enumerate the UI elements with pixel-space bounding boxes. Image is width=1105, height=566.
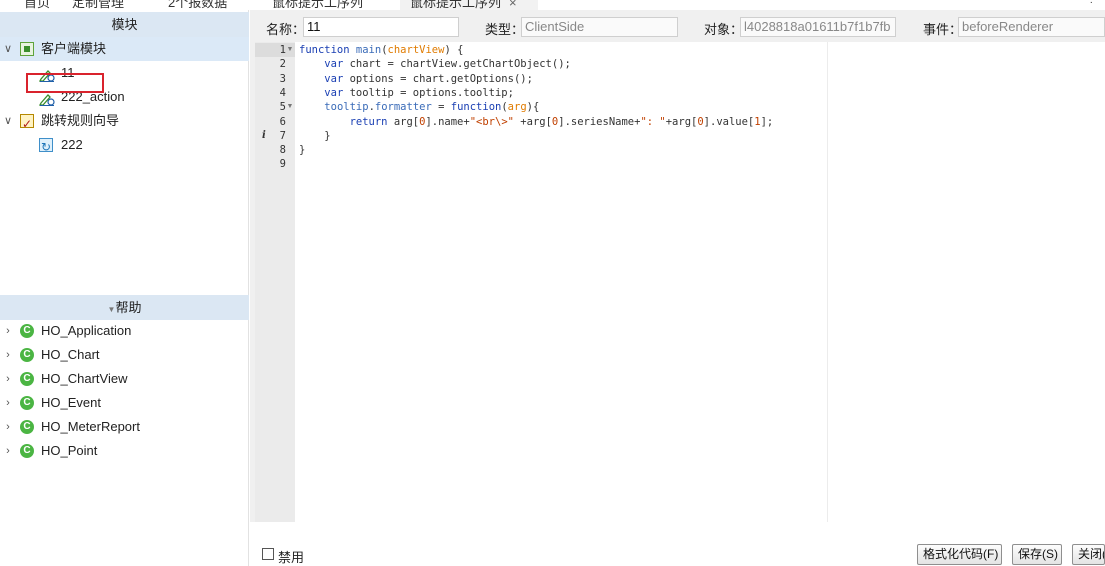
line-number: 1	[279, 44, 286, 56]
script-properties-bar: 名称： 11 类型： ClientSide 对象： l4028818a01611…	[250, 10, 1105, 42]
overflow-dot-icon[interactable]: ·	[1090, 0, 1093, 8]
code-line-5: tooltip.formatter = function(arg){	[324, 101, 540, 114]
help-item-ho-point[interactable]: › C HO_Point	[0, 439, 249, 463]
name-label: 名称：	[266, 22, 306, 37]
type-label: 类型：	[485, 22, 525, 37]
rule-wizard-icon	[20, 112, 34, 136]
redirect-icon	[39, 135, 53, 159]
help-item-label: HO_Chart	[41, 347, 100, 362]
help-item-label: HO_Point	[41, 443, 98, 458]
modules-header: 模块	[0, 12, 249, 37]
chevron-right-icon[interactable]: ›	[3, 391, 13, 415]
app-window: 首页 定制管理 2个报数据 鼠标提示工序列 鼠标提示工序列 × · 模块 ∨ 客户…	[0, 0, 1105, 566]
fold-arrow-icon[interactable]: ▼	[286, 43, 294, 57]
event-field: beforeRenderer	[958, 17, 1105, 37]
disable-checkbox[interactable]	[262, 548, 274, 560]
class-c-icon: C	[20, 324, 34, 338]
event-label: 事件：	[923, 22, 963, 37]
help-item-label: HO_ChartView	[41, 371, 128, 386]
class-c-icon: C	[20, 396, 34, 410]
selection-highlight-box	[26, 73, 104, 93]
tree-item-222[interactable]: 222	[0, 133, 249, 159]
tree-item-label: 222	[61, 137, 83, 152]
code-line-6: return arg[0].name+"<br\>" +arg[0].serie…	[349, 115, 774, 128]
code-line-2: var chart = chartView.getChartObject();	[324, 58, 571, 71]
help-header-label: 帮助	[115, 300, 142, 315]
left-panel: 模块 ∨ 客户端模块 11 222_action ∨ 跳转规则向导 222	[0, 10, 249, 566]
chevron-right-icon[interactable]: ›	[3, 367, 13, 391]
line-number: 4	[279, 86, 286, 99]
help-item-ho-chart[interactable]: › C HO_Chart	[0, 343, 249, 367]
tab-tooltip-sequence[interactable]: 鼠标提示工序列	[272, 0, 363, 10]
tree-item-rule-wizard[interactable]: ∨ 跳转规则向导	[0, 109, 249, 136]
help-item-label: HO_Event	[41, 395, 101, 410]
type-field: ClientSide	[521, 17, 678, 37]
chevron-down-icon[interactable]: ∨	[3, 37, 13, 61]
object-label: 对象：	[704, 22, 744, 37]
class-c-icon: C	[20, 420, 34, 434]
code-editor[interactable]: 1 2 3 4 5 6 7 8 9 ▼ ▼ i function main(ch…	[255, 42, 1105, 522]
line-number: 8	[279, 144, 286, 157]
fold-arrow-icon[interactable]: ▼	[286, 100, 294, 114]
help-item-ho-event[interactable]: › C HO_Event	[0, 391, 249, 415]
chevron-right-icon[interactable]: ›	[3, 415, 13, 439]
line-number: 6	[279, 115, 286, 128]
bottom-bar: 禁用 格式化代码(F) 保存(S) 关闭(C)	[250, 522, 1105, 566]
chevron-right-icon[interactable]: ›	[3, 439, 13, 463]
object-field: l4028818a01611b7f1b7fb	[740, 17, 896, 37]
line-number: 7	[279, 129, 286, 142]
help-item-label: HO_MeterReport	[41, 419, 140, 434]
code-line-8: }	[299, 144, 306, 157]
close-button[interactable]: 关闭(C)	[1072, 544, 1105, 565]
tab-report-data[interactable]: 2个报数据	[168, 0, 227, 10]
line-number: 3	[279, 72, 286, 85]
save-button[interactable]: 保存(S)	[1012, 544, 1062, 565]
code-line-4: var tooltip = options.tooltip;	[324, 86, 514, 99]
client-module-icon	[20, 42, 34, 56]
class-c-icon: C	[20, 348, 34, 362]
tab-close-icon[interactable]: ×	[509, 0, 517, 10]
tree-item-label: 跳转规则向导	[41, 113, 120, 128]
help-item-ho-application[interactable]: › C HO_Application	[0, 319, 249, 343]
info-icon[interactable]: i	[262, 129, 266, 143]
help-item-label: HO_Application	[41, 323, 132, 338]
name-input[interactable]: 11	[303, 17, 459, 37]
line-number: 5	[279, 101, 286, 114]
chevron-down-icon[interactable]: ∨	[3, 109, 13, 133]
tab-active-label: 鼠标提示工序列	[410, 0, 502, 10]
help-header[interactable]: ▼帮助	[0, 295, 249, 320]
print-margin-line	[827, 42, 828, 522]
code-line-3: var options = chart.getOptions();	[324, 72, 533, 85]
help-item-ho-chartview[interactable]: › C HO_ChartView	[0, 367, 249, 391]
tree-item-label: 客户端模块	[41, 41, 107, 56]
class-c-icon: C	[20, 444, 34, 458]
disable-label: 禁用	[278, 550, 305, 565]
format-code-button[interactable]: 格式化代码(F)	[917, 544, 1002, 565]
line-number: 2	[279, 58, 286, 71]
tab-custom-management[interactable]: 定制管理	[72, 0, 124, 10]
script-editor-panel: 名称： 11 类型： ClientSide 对象： l4028818a01611…	[250, 10, 1105, 566]
tab-home[interactable]: 首页	[24, 0, 50, 10]
tree-item-client-module[interactable]: ∨ 客户端模块	[0, 37, 249, 61]
tab-tooltip-sequence-active[interactable]: 鼠标提示工序列 ×	[400, 0, 538, 10]
chevron-right-icon[interactable]: ›	[3, 343, 13, 367]
class-c-icon: C	[20, 372, 34, 386]
help-item-ho-meterreport[interactable]: › C HO_MeterReport	[0, 415, 249, 439]
tab-bar: 首页 定制管理 2个报数据 鼠标提示工序列 鼠标提示工序列 × ·	[0, 0, 1105, 10]
code-line-1: function main(chartView) {	[299, 44, 464, 56]
line-number-gutter: 1 2 3 4 5 6 7 8 9 ▼ ▼ i	[255, 42, 295, 522]
chevron-right-icon[interactable]: ›	[3, 319, 13, 343]
line-number: 9	[279, 158, 286, 171]
code-line-7: }	[299, 129, 331, 142]
